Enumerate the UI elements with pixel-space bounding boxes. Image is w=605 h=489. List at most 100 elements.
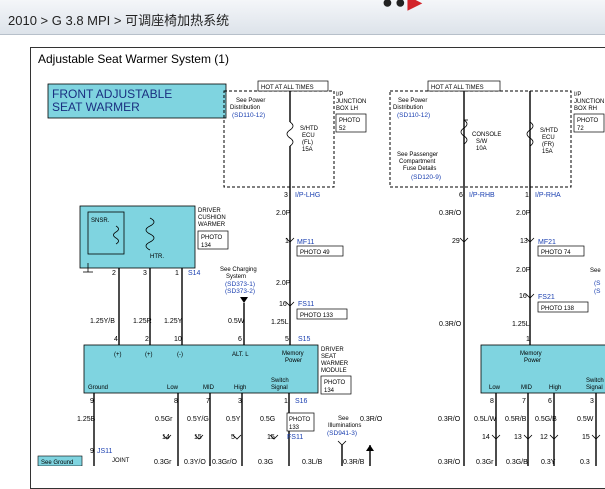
svg-text:133: 133 bbox=[289, 425, 300, 431]
svg-text:0.3G/B: 0.3G/B bbox=[506, 459, 528, 466]
charging-system-ref: See Charging System (SD373-1) (SD373-2) … bbox=[220, 267, 257, 345]
svg-text:2.0P: 2.0P bbox=[276, 210, 291, 217]
wire-column-right: 6 I/P-RHB 1 I/P-RHA 0.3R/O 2.0P 29 13 MF… bbox=[439, 187, 601, 466]
svg-text:See Ground: See Ground bbox=[41, 460, 73, 466]
svg-text:10: 10 bbox=[174, 336, 182, 343]
svg-text:3: 3 bbox=[590, 398, 594, 405]
svg-text:16: 16 bbox=[279, 301, 287, 308]
svg-text:0.5Y/G: 0.5Y/G bbox=[187, 416, 209, 423]
svg-text:9: 9 bbox=[90, 448, 94, 455]
svg-text:Signal: Signal bbox=[271, 385, 288, 391]
svg-text:System: System bbox=[226, 274, 246, 280]
svg-text:CUSHION: CUSHION bbox=[198, 215, 226, 221]
svg-text:PHOTO 138: PHOTO 138 bbox=[541, 306, 575, 312]
svg-text:JOINT: JOINT bbox=[112, 458, 130, 464]
svg-text:CONSOLE: CONSOLE bbox=[472, 132, 501, 138]
system-label: FRONT ADJUSTABLE SEAT WARMER bbox=[47, 83, 227, 119]
svg-text:16: 16 bbox=[519, 293, 527, 300]
svg-text:2: 2 bbox=[145, 336, 149, 343]
svg-text:15A: 15A bbox=[302, 147, 313, 153]
svg-text:2.0P: 2.0P bbox=[516, 210, 531, 217]
svg-text:S14: S14 bbox=[188, 270, 201, 277]
svg-text:52: 52 bbox=[339, 126, 346, 132]
svg-text:Low: Low bbox=[489, 385, 501, 391]
svg-text:Illuminations: Illuminations bbox=[328, 423, 361, 429]
svg-text:(+): (+) bbox=[114, 352, 122, 358]
svg-text:15A: 15A bbox=[542, 149, 553, 155]
svg-text:(FL): (FL) bbox=[302, 140, 313, 146]
svg-text:1: 1 bbox=[285, 238, 289, 245]
svg-text:0.3L/B: 0.3L/B bbox=[302, 459, 323, 466]
svg-text:Switch: Switch bbox=[271, 378, 289, 384]
svg-text:Distribution: Distribution bbox=[393, 105, 423, 111]
svg-text:PHOTO 74: PHOTO 74 bbox=[541, 250, 571, 256]
svg-text:134: 134 bbox=[324, 388, 335, 394]
svg-text:1.25R: 1.25R bbox=[133, 318, 152, 325]
svg-text:See Charging: See Charging bbox=[220, 267, 257, 273]
svg-text:6: 6 bbox=[238, 336, 242, 343]
svg-text:0.5W: 0.5W bbox=[228, 318, 245, 325]
svg-text:SEAT: SEAT bbox=[321, 354, 337, 360]
svg-text:0.3: 0.3 bbox=[580, 459, 590, 466]
junction-box-rh: HOT AT ALL TIMES See Power Distribution … bbox=[389, 80, 605, 188]
svg-text:Switch: Switch bbox=[586, 378, 604, 384]
svg-text:0.3G: 0.3G bbox=[258, 459, 273, 466]
driver-seat-warmer-module: 4 2 10 6 S15 (+) (+) (-) ALT. L Memory P… bbox=[37, 336, 383, 466]
svg-text:0.3R/B: 0.3R/B bbox=[343, 459, 365, 466]
svg-text:1.25L: 1.25L bbox=[271, 319, 289, 326]
svg-text:FS21: FS21 bbox=[538, 294, 555, 301]
passenger-seat-warmer-module: Memory Power Low MID High Switch Signal … bbox=[438, 344, 605, 466]
svg-text:SNSR.: SNSR. bbox=[91, 218, 110, 224]
svg-text:BOX LH: BOX LH bbox=[336, 106, 358, 112]
svg-text:Memory: Memory bbox=[520, 351, 542, 357]
svg-text:Fuse Details: Fuse Details bbox=[403, 166, 436, 172]
svg-text:PHOTO: PHOTO bbox=[201, 235, 223, 241]
svg-text:0.5W: 0.5W bbox=[577, 416, 594, 423]
svg-text:BOX RH: BOX RH bbox=[574, 106, 597, 112]
svg-text:0.3R/O: 0.3R/O bbox=[438, 416, 461, 423]
svg-text:JS11: JS11 bbox=[97, 448, 113, 455]
svg-text:Low: Low bbox=[167, 385, 179, 391]
svg-text:Compartment: Compartment bbox=[399, 159, 436, 165]
svg-text:I/P-RHB: I/P-RHB bbox=[469, 192, 495, 199]
svg-text:PHOTO: PHOTO bbox=[577, 118, 599, 124]
svg-text:Power: Power bbox=[524, 358, 541, 364]
svg-text:1.25Y/B: 1.25Y/B bbox=[90, 318, 115, 325]
svg-text:0.3Y: 0.3Y bbox=[541, 459, 556, 466]
svg-text:0.3R/O: 0.3R/O bbox=[360, 416, 383, 423]
svg-text:PHOTO: PHOTO bbox=[289, 417, 311, 423]
svg-text:See Power: See Power bbox=[398, 98, 427, 104]
svg-text:1: 1 bbox=[175, 270, 179, 277]
svg-text:(-): (-) bbox=[177, 352, 183, 358]
svg-text:0.3R/O: 0.3R/O bbox=[439, 210, 462, 217]
svg-text:S/W: S/W bbox=[476, 139, 488, 145]
svg-text:PHOTO 49: PHOTO 49 bbox=[300, 250, 330, 256]
svg-text:1: 1 bbox=[525, 192, 529, 199]
svg-text:(SD373-1): (SD373-1) bbox=[225, 281, 255, 288]
svg-text:Distribution: Distribution bbox=[230, 105, 260, 111]
svg-text:I/P: I/P bbox=[574, 92, 581, 98]
svg-text:13: 13 bbox=[520, 238, 528, 245]
svg-text:14: 14 bbox=[162, 434, 170, 441]
svg-text:0.5G/B: 0.5G/B bbox=[535, 416, 557, 423]
svg-text:MID: MID bbox=[203, 385, 215, 391]
svg-text:Power: Power bbox=[285, 358, 302, 364]
svg-text:Memory: Memory bbox=[282, 351, 304, 357]
svg-text:S15: S15 bbox=[298, 336, 311, 343]
svg-text:0.3R/O: 0.3R/O bbox=[439, 321, 462, 328]
svg-text:2.0P: 2.0P bbox=[276, 280, 291, 287]
svg-text:(SD373-2): (SD373-2) bbox=[225, 288, 255, 295]
svg-text:I/P-LHG: I/P-LHG bbox=[295, 192, 320, 199]
svg-text:(+): (+) bbox=[145, 352, 153, 358]
svg-text:ECU: ECU bbox=[302, 133, 315, 139]
svg-text:(S: (S bbox=[594, 288, 601, 295]
svg-text:4: 4 bbox=[114, 336, 118, 343]
svg-text:8: 8 bbox=[490, 398, 494, 405]
junction-box-lh: HOT AT ALL TIMES See Power Distribution … bbox=[223, 80, 367, 188]
svg-text:Ground: Ground bbox=[88, 385, 108, 391]
svg-text:PHOTO: PHOTO bbox=[339, 118, 361, 124]
wire-column-left: 3 I/P-LHG 2.0P 1 MF11 PHOTO 49 2.0P 16 F… bbox=[271, 187, 348, 345]
svg-text:DRIVER: DRIVER bbox=[198, 208, 221, 214]
svg-text:(S: (S bbox=[594, 280, 601, 287]
svg-text:14: 14 bbox=[482, 434, 490, 441]
